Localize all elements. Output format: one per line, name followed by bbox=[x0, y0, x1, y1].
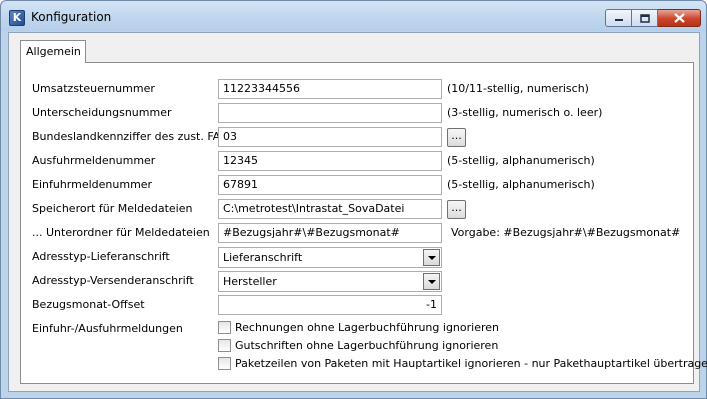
tab-allgemein[interactable]: Allgemein bbox=[20, 40, 86, 63]
unterordner-label: ... Unterordner für Meldedateien bbox=[32, 226, 210, 239]
window-title: Konfiguration bbox=[31, 10, 112, 24]
ausfuhr-hint: (5-stellig, alphanumerisch) bbox=[447, 154, 595, 167]
einfuhr-label: Einfuhrmeldenummer bbox=[32, 178, 153, 191]
minimize-icon bbox=[614, 19, 623, 21]
checkbox-box[interactable] bbox=[218, 357, 231, 370]
speicherort-browse-button[interactable]: ... bbox=[447, 200, 466, 219]
client-area: Allgemein Umsatzsteuernummer 11223344556… bbox=[8, 32, 707, 392]
einfuhr-hint: (5-stellig, alphanumerisch) bbox=[447, 178, 595, 191]
chevron-down-icon[interactable] bbox=[423, 273, 440, 290]
unterordner-hint: Vorgabe: #Bezugsjahr#\#Bezugsmonat# bbox=[451, 226, 681, 239]
checkbox-gutschriften[interactable]: Gutschriften ohne Lagerbuchführung ignor… bbox=[218, 339, 498, 352]
chevron-down-icon[interactable] bbox=[423, 249, 440, 266]
speicherort-label: Speicherort für Meldedateien bbox=[32, 202, 193, 215]
speicherort-input[interactable]: C:\metrotest\Intrastat_SovaDatei bbox=[218, 199, 442, 219]
meldungen-label: Einfuhr-/Ausfuhrmeldungen bbox=[32, 322, 183, 335]
close-icon bbox=[673, 13, 685, 23]
config-window: K Konfiguration Allgemein Umsatzsteuernu… bbox=[0, 0, 707, 399]
minimize-button[interactable] bbox=[605, 9, 632, 27]
unterscheidung-hint: (3-stellig, numerisch o. leer) bbox=[447, 106, 603, 119]
offset-label: Bezugsmonat-Offset bbox=[32, 298, 145, 311]
maximize-button[interactable] bbox=[632, 9, 658, 27]
ausfuhr-label: Ausfuhrmeldenummer bbox=[32, 154, 156, 167]
versenderanschrift-label: Adresstyp-Versenderanschrift bbox=[32, 274, 194, 287]
maximize-icon bbox=[639, 13, 650, 23]
unterordner-input[interactable]: #Bezugsjahr#\#Bezugsmonat# bbox=[218, 223, 442, 243]
checkbox-box[interactable] bbox=[218, 321, 231, 334]
checkbox-label: Gutschriften ohne Lagerbuchführung ignor… bbox=[235, 339, 499, 352]
checkbox-label: Paketzeilen von Paketen mit Hauptartikel… bbox=[235, 357, 707, 370]
bundesland-input[interactable]: 03 bbox=[218, 127, 442, 147]
bundesland-label: Bundeslandkennziffer des zust. FA bbox=[32, 130, 221, 143]
bundesland-browse-button[interactable]: ... bbox=[447, 128, 466, 147]
umsatzsteuer-label: Umsatzsteuernummer bbox=[32, 82, 155, 95]
versenderanschrift-value: Hersteller bbox=[223, 275, 277, 288]
title-bar[interactable]: K Konfiguration bbox=[1, 1, 706, 31]
checkbox-label: Rechnungen ohne Lagerbuchführung ignorie… bbox=[235, 321, 499, 334]
einfuhr-input[interactable]: 67891 bbox=[218, 175, 442, 195]
versenderanschrift-select[interactable]: Hersteller bbox=[218, 271, 442, 292]
ausfuhr-input[interactable]: 12345 bbox=[218, 151, 442, 171]
unterscheidung-label: Unterscheidungsnummer bbox=[32, 106, 172, 119]
umsatzsteuer-hint: (10/11-stellig, numerisch) bbox=[447, 82, 589, 95]
checkbox-paketzeilen[interactable]: Paketzeilen von Paketen mit Hauptartikel… bbox=[218, 357, 707, 370]
close-button[interactable] bbox=[658, 9, 701, 27]
unterscheidung-input[interactable] bbox=[218, 103, 442, 123]
lieferanschrift-select[interactable]: Lieferanschrift bbox=[218, 247, 442, 268]
lieferanschrift-label: Adresstyp-Lieferanschrift bbox=[32, 250, 170, 263]
tab-panel-allgemein: Umsatzsteuernummer 11223344556 (10/11-st… bbox=[20, 62, 707, 384]
checkbox-rechnungen[interactable]: Rechnungen ohne Lagerbuchführung ignorie… bbox=[218, 321, 499, 334]
offset-input[interactable]: -1 bbox=[218, 295, 442, 315]
app-icon: K bbox=[9, 10, 25, 26]
lieferanschrift-value: Lieferanschrift bbox=[223, 251, 303, 264]
umsatzsteuer-input[interactable]: 11223344556 bbox=[218, 79, 442, 99]
checkbox-box[interactable] bbox=[218, 339, 231, 352]
